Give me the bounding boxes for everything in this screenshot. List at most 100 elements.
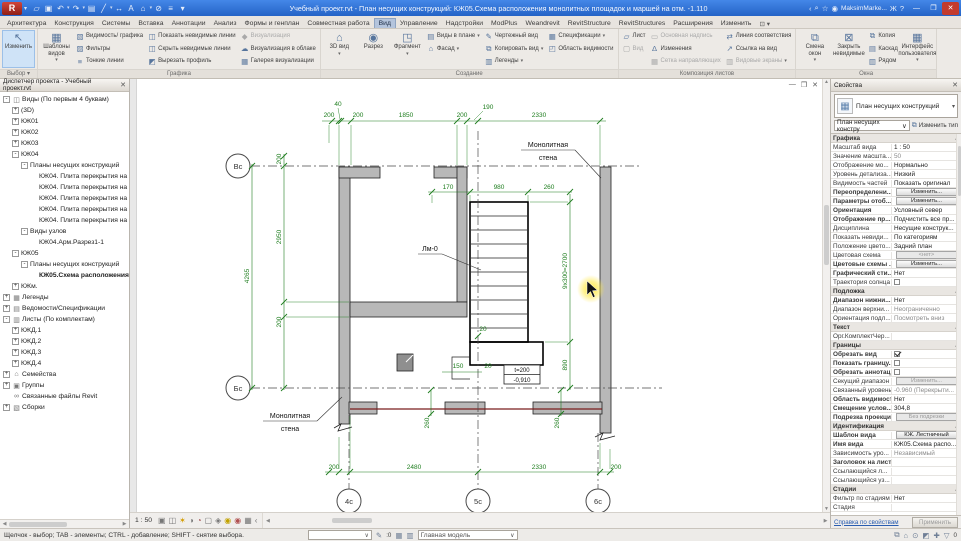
- tree-expander-icon[interactable]: +: [12, 140, 19, 147]
- select-by-face-icon[interactable]: ◩: [922, 531, 929, 540]
- aligned-dimension-icon[interactable]: ↔: [114, 4, 125, 13]
- property-button[interactable]: КЖ. Лестничный: [896, 431, 957, 439]
- dropdown-arrow-icon[interactable]: ▾: [521, 58, 524, 64]
- tree-expander-icon[interactable]: +: [12, 129, 19, 136]
- scroll-right-icon[interactable]: ▶: [120, 521, 129, 527]
- view-reference-button[interactable]: ↗ Ссылка на вид: [724, 43, 794, 56]
- show-crop-region-icon[interactable]: ◈: [215, 516, 221, 525]
- tree-item-(3D)[interactable]: + (3D): [0, 105, 129, 116]
- tree-item-Семейства[interactable]: + ⌂ Семейства: [0, 369, 129, 380]
- replicate-button[interactable]: ⧉ Копия: [866, 30, 899, 43]
- signed-in-user[interactable]: MaksimMarke...: [841, 5, 887, 12]
- select-pinned-icon[interactable]: ⊙: [912, 531, 918, 540]
- drag-on-selection-icon[interactable]: ✚: [933, 531, 939, 540]
- canvas-vertical-scrollbar[interactable]: ▲ ▼: [822, 79, 830, 512]
- tree-item-КЖД.1[interactable]: + КЖД.1: [0, 325, 129, 336]
- sun-path-icon[interactable]: ✶: [179, 516, 186, 525]
- minimize-button[interactable]: —: [908, 2, 925, 15]
- cascade-button[interactable]: ▤ Каскад: [866, 43, 899, 56]
- dropdown-arrow-icon[interactable]: ▾: [457, 46, 460, 52]
- tab-Изменить[interactable]: Изменить: [717, 19, 756, 28]
- chevron-down-icon[interactable]: ∨: [510, 532, 514, 539]
- dropdown-arrow-icon[interactable]: ▾: [784, 58, 787, 64]
- select-links-icon[interactable]: ⧉: [894, 530, 899, 540]
- dropdown-arrow-icon[interactable]: ▾: [406, 51, 409, 57]
- property-button[interactable]: Изменить...: [896, 197, 957, 205]
- checkbox[interactable]: [894, 369, 900, 375]
- undo-icon[interactable]: ↶: [55, 4, 66, 13]
- dropdown-arrow-icon[interactable]: ▾: [150, 5, 153, 11]
- sheet-button[interactable]: ▱ Лист: [621, 30, 648, 43]
- scroll-left-icon[interactable]: ◀: [0, 521, 9, 527]
- properties-scrollbar[interactable]: [956, 134, 961, 515]
- visual-style-icon[interactable]: ◫: [169, 516, 177, 525]
- tree-expander-icon[interactable]: -: [21, 162, 28, 169]
- property-button[interactable]: Изменить...: [896, 188, 957, 196]
- active-option-icon[interactable]: ▥: [406, 531, 413, 540]
- tree-item-КЖ05[interactable]: - КЖ05: [0, 248, 129, 259]
- browser-horizontal-scrollbar[interactable]: ◀ ▶: [0, 519, 129, 528]
- property-section-Текст[interactable]: Текст∧: [831, 323, 961, 332]
- tab-ModPlus[interactable]: ModPlus: [487, 19, 521, 28]
- elevation-button[interactable]: ⌂ Фасад ▾: [425, 43, 482, 56]
- selection-filter-icon[interactable]: ▽: [944, 531, 950, 540]
- dropdown-arrow-icon[interactable]: ▾: [814, 57, 817, 63]
- modify-selection-dropdown[interactable]: ⊡ ▾: [755, 20, 774, 28]
- property-section-Подложка[interactable]: Подложка∧: [831, 287, 961, 296]
- property-section-Графика[interactable]: Графика∧: [831, 134, 961, 143]
- tree-item-Ведомости/Спецификации[interactable]: + ▤ Ведомости/Спецификации: [0, 303, 129, 314]
- tree-item-Виды узлов[interactable]: - Виды узлов: [0, 226, 129, 237]
- tab-Надстройки[interactable]: Надстройки: [442, 19, 487, 28]
- close-icon[interactable]: ✕: [952, 81, 958, 89]
- tab-Weandrevit[interactable]: Weandrevit: [521, 19, 563, 28]
- tree-expander-icon[interactable]: +: [3, 371, 10, 378]
- checkbox[interactable]: [894, 279, 900, 285]
- render-gallery-button[interactable]: ▦ Галерея визуализации: [239, 55, 318, 68]
- ribbon-group-label[interactable]: Графика: [38, 69, 320, 78]
- tab-Совместная работа[interactable]: Совместная работа: [303, 19, 373, 28]
- scope-box-button[interactable]: ◰ Область видимости: [546, 43, 615, 56]
- tab-RevitStructures[interactable]: RevitStructures: [615, 19, 669, 28]
- workset-dropdown[interactable]: ∨: [307, 530, 372, 540]
- render-in-cloud-button[interactable]: ☁ Визуализация в облаке: [239, 43, 318, 56]
- tree-expander-icon[interactable]: +: [12, 360, 19, 367]
- dropdown-arrow-icon[interactable]: ▾: [477, 33, 480, 39]
- view-minimize-icon[interactable]: —: [789, 81, 796, 89]
- print-icon[interactable]: ▤: [86, 4, 97, 13]
- ribbon-group-label[interactable]: Окна: [796, 69, 936, 78]
- tree-expander-icon[interactable]: -: [21, 261, 28, 268]
- property-button[interactable]: Изменить...: [896, 260, 957, 268]
- switch-windows-button[interactable]: ⧉ Смена окон ▾: [798, 30, 831, 68]
- save-icon[interactable]: ▣: [43, 4, 54, 13]
- customize-qat-icon[interactable]: ▾: [177, 4, 188, 13]
- tree-item-КЖ04.Арм.Разрез1-1[interactable]: КЖ04.Арм.Разрез1-1: [0, 237, 129, 248]
- modify-button[interactable]: ↖ Изменить: [2, 30, 35, 68]
- tree-item-Легенды[interactable]: + ▦ Легенды: [0, 292, 129, 303]
- scrollbar-thumb[interactable]: [9, 521, 67, 527]
- close-hidden-button[interactable]: ⊠ Закрыть невидимые: [832, 30, 865, 68]
- tree-expander-icon[interactable]: +: [12, 283, 19, 290]
- collapse-viewbar-icon[interactable]: ‹: [255, 516, 258, 525]
- plan-views-button[interactable]: ▤ Виды в плане ▾: [425, 30, 482, 43]
- close-button[interactable]: ✕: [942, 1, 959, 15]
- design-option-dropdown[interactable]: Главная модель ∨: [417, 530, 518, 540]
- tab-RevitStructure[interactable]: RevitStructure: [564, 19, 615, 28]
- tree-item-КЖ04. Плита перекрытия на от[interactable]: КЖ04. Плита перекрытия на от: [0, 193, 129, 204]
- chevron-down-icon[interactable]: ∨: [365, 532, 369, 539]
- tree-item-Связанные файлы Revit[interactable]: ∞ Связанные файлы Revit: [0, 391, 129, 402]
- tree-item-Группы[interactable]: + ▣ Группы: [0, 380, 129, 391]
- tree-expander-icon[interactable]: -: [21, 228, 28, 235]
- tree-item-КЖД.2[interactable]: + КЖД.2: [0, 336, 129, 347]
- tree-item-КЖ04. Плита перекрытия на от[interactable]: КЖ04. Плита перекрытия на от: [0, 215, 129, 226]
- subscription-star-icon[interactable]: ☆: [822, 4, 829, 13]
- tree-item-КЖ04[interactable]: - КЖ04: [0, 149, 129, 160]
- search-icon[interactable]: ⌕: [815, 3, 819, 13]
- property-value[interactable]: По категориям: [892, 234, 961, 241]
- property-value[interactable]: 50: [892, 153, 961, 160]
- design-options-icon[interactable]: ▦: [395, 531, 402, 540]
- analytical-model-icon[interactable]: ▦: [244, 516, 252, 525]
- scroll-left-icon[interactable]: ◀: [263, 518, 272, 524]
- tree-expander-icon[interactable]: +: [3, 382, 10, 389]
- tile-button[interactable]: ▥ Рядом: [866, 55, 899, 68]
- tree-item-Планы несущих конструкций[interactable]: - Планы несущих конструкций: [0, 160, 129, 171]
